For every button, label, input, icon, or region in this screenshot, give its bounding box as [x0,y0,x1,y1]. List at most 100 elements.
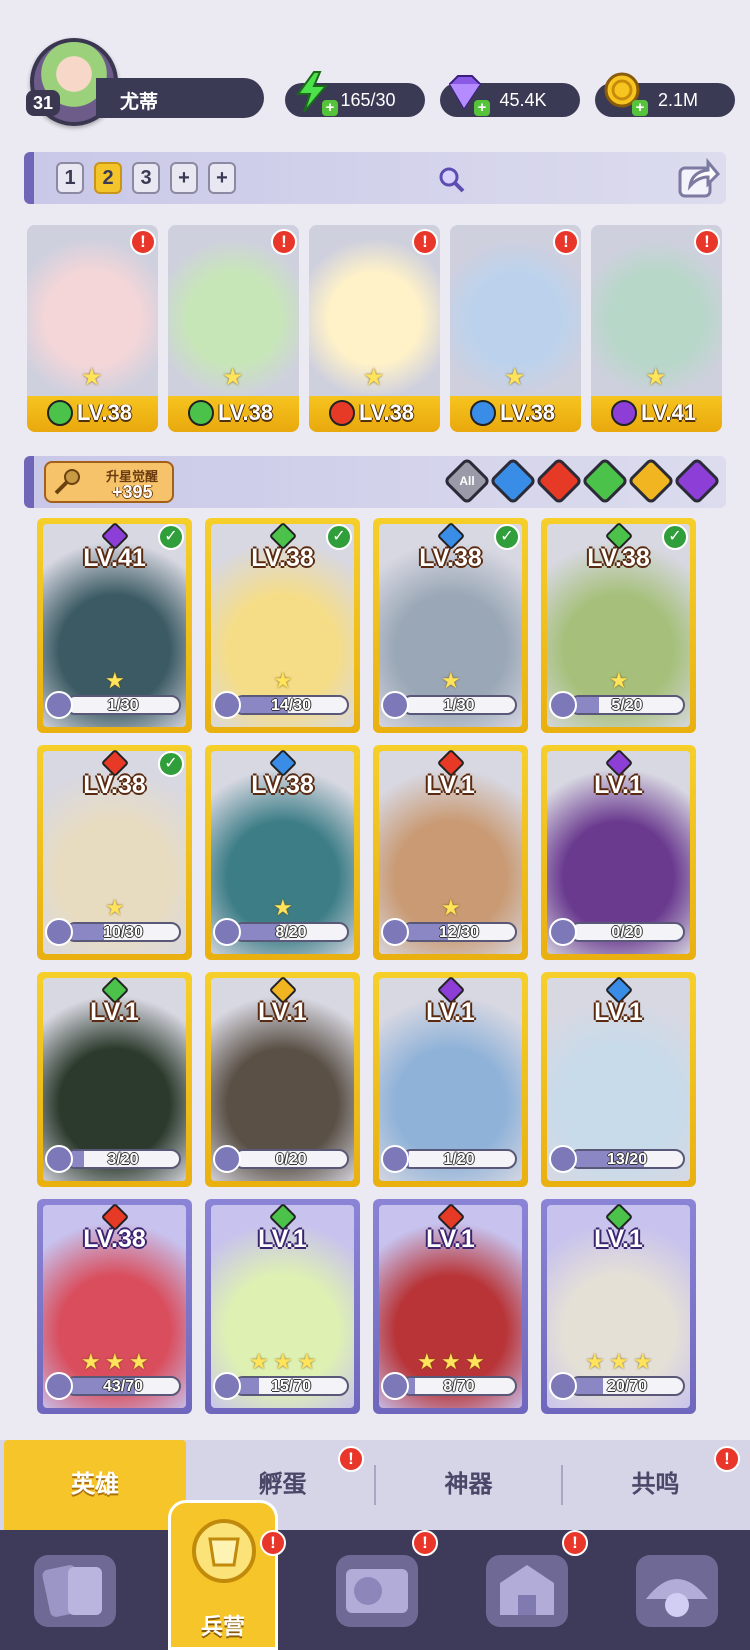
share-icon[interactable] [676,156,721,200]
star-icon: ★ [105,895,125,920]
shard-progress-text: 3/20 [107,1151,139,1168]
hero-card[interactable]: LV.1 ★ ★ ★ 8/70 [373,1199,528,1414]
soul-shard-icon [45,691,73,719]
team-tab-2[interactable]: 2 [94,162,122,194]
lineup-slot[interactable]: ★ LV.38 ! [27,225,158,432]
shard-progress-bar: 5/20 [569,695,685,715]
gold-coin-icon[interactable]: + [600,70,648,116]
soul-shard-icon [45,918,73,946]
hero-card[interactable]: LV.1 13/20 [541,972,696,1187]
shard-progress-text: 5/20 [611,697,643,714]
awaken-count: +395 [112,482,153,502]
star-icon: ★ [441,1349,461,1374]
star-icon: ★ [609,668,629,693]
star-icon: ★ [441,668,461,693]
hero-card[interactable]: LV.1 ★ ★ ★ 15/70 [205,1199,360,1414]
star-icon: ★ [81,1349,101,1374]
awaken-button[interactable]: 升星觉醒 +395 [44,461,174,503]
hero-card[interactable]: LV.38 ✓ ★ 10/30 [37,745,192,960]
lineup-slot[interactable]: ★ LV.38 ! [309,225,440,432]
shard-progress-text: 1/30 [443,697,475,714]
nav-guild-icon[interactable] [636,1555,718,1627]
shard-progress-text: 13/20 [606,1151,648,1168]
hero-level: LV.1 [426,1225,475,1253]
check-icon: ✓ [326,524,352,550]
hero-card[interactable]: LV.38 ✓ ★ 1/30 [373,518,528,733]
shard-progress-bar: 14/30 [233,695,349,715]
hero-level: LV.38 [83,1225,146,1253]
shard-progress-bar: 0/20 [569,922,685,942]
soul-shard-icon [213,1372,241,1400]
check-icon: ✓ [158,751,184,777]
gem-plus-icon[interactable]: + [474,100,490,116]
lineup-slot[interactable]: ★ LV.38 ! [450,225,581,432]
hero-card[interactable]: LV.38 ★ 8/20 [205,745,360,960]
hero-card[interactable]: LV.1 3/20 [37,972,192,1187]
hero-card[interactable]: LV.1 1/20 [373,972,528,1187]
shard-progress-text: 8/20 [275,924,307,941]
star-icon: ★ [465,1349,485,1374]
star-icon: ★ [585,1349,605,1374]
shard-progress-text: 12/30 [438,924,480,941]
check-icon: ✓ [158,524,184,550]
tab-artifacts[interactable]: 神器 [376,1440,561,1530]
star-icon: ★ [249,1349,269,1374]
hatch-alert-icon: ! [338,1446,364,1472]
team-add-button[interactable]: + [170,162,198,194]
hero-card[interactable]: LV.38 ✓ ★ 14/30 [205,518,360,733]
star-icon: ★ [504,364,526,391]
shard-progress-bar: 10/30 [65,922,181,942]
star-icon: ★ [297,1349,317,1374]
hero-card[interactable]: LV.38 ★ ★ ★ 43/70 [37,1199,192,1414]
barracks-alert-icon: ! [260,1530,286,1556]
lineup-level: LV.38 [218,400,274,425]
team-add-button[interactable]: + [208,162,236,194]
lineup-slot[interactable]: ★ LV.38 ! [168,225,299,432]
hero-card[interactable]: LV.1 0/20 [541,745,696,960]
shard-progress-text: 15/70 [270,1378,312,1395]
soul-shard-icon [549,691,577,719]
hero-card[interactable]: LV.1 0/20 [205,972,360,1187]
shard-progress-text: 1/30 [107,697,139,714]
soul-shard-icon [549,1145,577,1173]
star-icon: ★ [273,1349,293,1374]
shard-progress-bar: 8/20 [233,922,349,942]
star-icon: ★ [222,364,244,391]
soul-shard-icon [549,1372,577,1400]
star-icon: ★ [441,895,461,920]
hero-level: LV.1 [426,998,475,1026]
lineup-alert-icon: ! [130,229,156,255]
hero-card[interactable]: LV.38 ✓ ★ 5/20 [541,518,696,733]
hero-card[interactable]: LV.41 ✓ ★ 1/30 [37,518,192,733]
hero-card[interactable]: LV.1 ★ 12/30 [373,745,528,960]
nav-barracks-label: 兵营 [200,1614,245,1639]
hero-level: LV.1 [426,771,475,799]
star-icon: ★ [105,1349,125,1374]
hero-card[interactable]: LV.1 ★ ★ ★ 20/70 [541,1199,696,1414]
team-tab-3[interactable]: 3 [132,162,160,194]
soul-shard-icon [213,691,241,719]
gold-plus-icon[interactable]: + [632,100,648,116]
hero-level: LV.38 [251,771,314,799]
nav-map-icon[interactable] [336,1555,418,1627]
shard-progress-text: 0/20 [275,1151,307,1168]
energy-plus-icon[interactable]: + [322,100,338,116]
star-icon: ★ [105,668,125,693]
star-icon: ★ [129,1349,149,1374]
shard-progress-text: 10/30 [102,924,144,941]
shop-alert-icon: ! [562,1530,588,1556]
hero-level: LV.1 [594,1225,643,1253]
shard-progress-text: 14/30 [270,697,312,714]
search-icon[interactable] [436,164,466,194]
nav-barracks-button[interactable]: 兵营 [168,1500,278,1650]
gem-icon[interactable]: + [442,70,490,116]
lineup-level: LV.38 [77,400,133,425]
team-tab-1[interactable]: 1 [56,162,84,194]
nav-cards-icon[interactable] [34,1555,116,1627]
lineup-alert-icon: ! [412,229,438,255]
hero-level: LV.1 [258,998,307,1026]
energy-icon[interactable]: + [290,70,338,116]
lineup-slot[interactable]: ★ LV.41 ! [591,225,722,432]
tab-heroes[interactable]: 英雄 [4,1440,186,1530]
nav-shop-icon[interactable] [486,1555,568,1627]
